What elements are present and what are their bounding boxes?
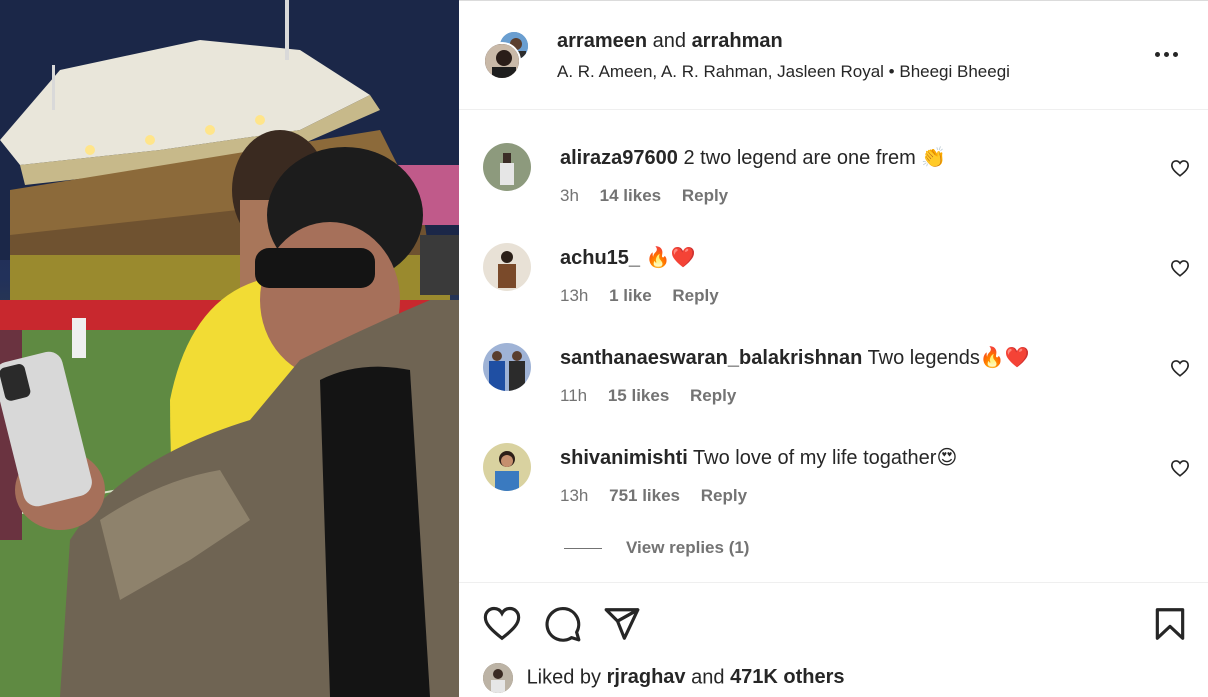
view-replies-button[interactable]: View replies (1) [564, 538, 749, 562]
comment-username[interactable]: aliraza97600 [560, 147, 678, 169]
comment-item: santhanaeswaran_balakrishnan Two legends… [459, 343, 1208, 443]
liked-by-prefix: Liked by [526, 666, 602, 689]
comment-avatar[interactable] [483, 243, 531, 291]
comment-likes[interactable]: 751 likes [609, 486, 680, 505]
owners-joiner: and [652, 30, 686, 52]
comment-item: aliraza97600 2 two legend are one frem 👏… [459, 143, 1208, 243]
more-dot [1164, 52, 1169, 57]
reply-button[interactable]: Reply [672, 286, 718, 305]
comment-item: shivanimishti Two love of my life togath… [459, 443, 1208, 543]
liked-by-joiner: and [691, 666, 725, 689]
comment-message: 2 two legend are one frem [683, 147, 916, 169]
post-detail-panel: arrameen and arrahman A. R. Ameen, A. R.… [459, 0, 1208, 697]
comment-meta: 3h 14 likes Reply [560, 186, 744, 206]
stadium-photo [0, 0, 459, 697]
post-header: arrameen and arrahman A. R. Ameen, A. R.… [459, 0, 1208, 110]
comment-meta: 13h 751 likes Reply [560, 486, 763, 506]
bookmark-icon[interactable] [1151, 605, 1189, 643]
comment-emoji: 🔥❤️ [979, 347, 1030, 369]
liked-by: Liked by rjraghav and 471K others [483, 663, 845, 693]
heart-outline-icon[interactable] [1170, 359, 1190, 377]
comment-time[interactable]: 13h [560, 286, 588, 305]
comment-time[interactable]: 3h [560, 186, 579, 205]
comment-message: Two legends [867, 347, 980, 369]
comment-meta: 13h 1 like Reply [560, 286, 735, 306]
liker-avatar[interactable] [483, 663, 513, 693]
comment-username[interactable]: achu15_ [560, 247, 640, 269]
action-bar: Liked by rjraghav and 471K others [459, 582, 1208, 697]
comment-avatar[interactable] [483, 343, 531, 391]
speech-bubble-icon[interactable] [544, 605, 582, 643]
comment-time[interactable]: 11h [560, 386, 587, 405]
comment-text: achu15_ 🔥❤️ [560, 245, 695, 270]
owner-username-1[interactable]: arrameen [557, 30, 647, 52]
paper-plane-icon[interactable] [603, 605, 641, 643]
reply-button[interactable]: Reply [682, 186, 728, 205]
more-dot [1173, 52, 1178, 57]
comment-text: santhanaeswaran_balakrishnan Two legends… [560, 345, 1030, 370]
liked-by-user[interactable]: rjraghav [607, 667, 686, 689]
heart-outline-icon[interactable] [1170, 459, 1190, 477]
heart-outline-icon[interactable] [483, 605, 521, 643]
comment-avatar[interactable] [483, 443, 531, 491]
comment-text: shivanimishti Two love of my life togath… [560, 445, 957, 470]
liked-by-others[interactable]: 471K others [730, 667, 845, 689]
post-media-image[interactable] [0, 0, 459, 697]
comment-username[interactable]: shivanimishti [560, 447, 688, 469]
reply-button[interactable]: Reply [690, 386, 736, 405]
post-owners: arrameen and arrahman [557, 30, 783, 53]
comment-time[interactable]: 13h [560, 486, 588, 505]
more-horizontal-icon [1155, 52, 1160, 57]
collab-avatars[interactable] [483, 30, 533, 82]
comment-avatar[interactable] [483, 143, 531, 191]
comment-emoji: 😍 [936, 447, 958, 469]
audio-info: A. R. Ameen, A. R. Rahman, Jasleen Royal… [557, 62, 1010, 82]
avatar-arrameen[interactable] [483, 42, 521, 80]
heart-outline-icon[interactable] [1170, 259, 1190, 277]
comment-text: aliraza97600 2 two legend are one frem 👏 [560, 145, 946, 170]
view-replies-label: View replies (1) [626, 538, 750, 557]
reply-button[interactable]: Reply [701, 486, 747, 505]
comment-message: Two love of my life togather [693, 447, 937, 469]
comment-emoji: 👏 [921, 147, 947, 169]
heart-outline-icon[interactable] [1170, 159, 1190, 177]
more-options-button[interactable] [1153, 42, 1183, 66]
audio-song[interactable]: Bheegi Bheegi [899, 62, 1010, 81]
comment-meta: 11h 15 likes Reply [560, 386, 752, 406]
comment-likes[interactable]: 14 likes [600, 186, 661, 205]
comment-likes[interactable]: 1 like [609, 286, 652, 305]
comment-item: achu15_ 🔥❤️ 13h 1 like Reply [459, 243, 1208, 343]
replies-dash [564, 547, 602, 549]
owner-username-2[interactable]: arrahman [692, 30, 783, 52]
comment-emoji: 🔥❤️ [645, 247, 696, 269]
audio-artists[interactable]: A. R. Ameen, A. R. Rahman, Jasleen Royal [557, 62, 884, 81]
audio-separator: • [888, 62, 895, 81]
comment-username[interactable]: santhanaeswaran_balakrishnan [560, 347, 862, 369]
comment-likes[interactable]: 15 likes [608, 386, 669, 405]
